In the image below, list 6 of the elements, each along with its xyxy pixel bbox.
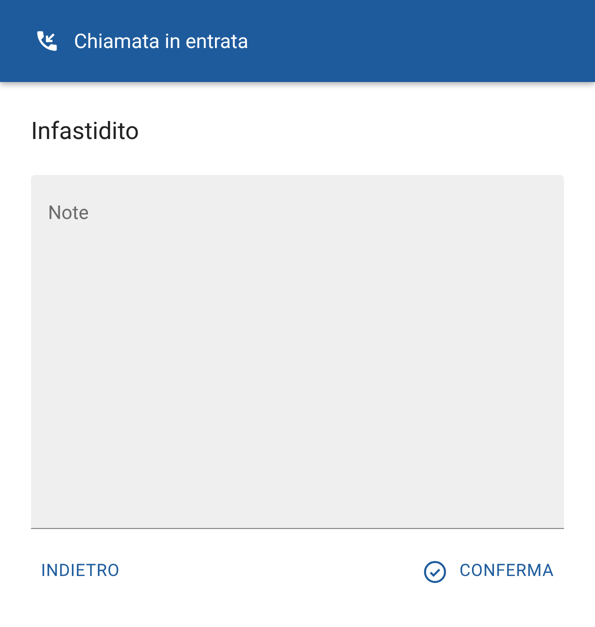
check-circle-icon — [423, 560, 448, 584]
notes-field[interactable]: Note — [31, 175, 564, 529]
confirm-button[interactable]: CONFERMA — [413, 551, 564, 592]
back-button[interactable]: INDIETRO — [31, 551, 130, 592]
dialog-heading: Infastidito — [31, 116, 140, 146]
app-bar-title: Chiamata in entrata — [74, 28, 248, 55]
